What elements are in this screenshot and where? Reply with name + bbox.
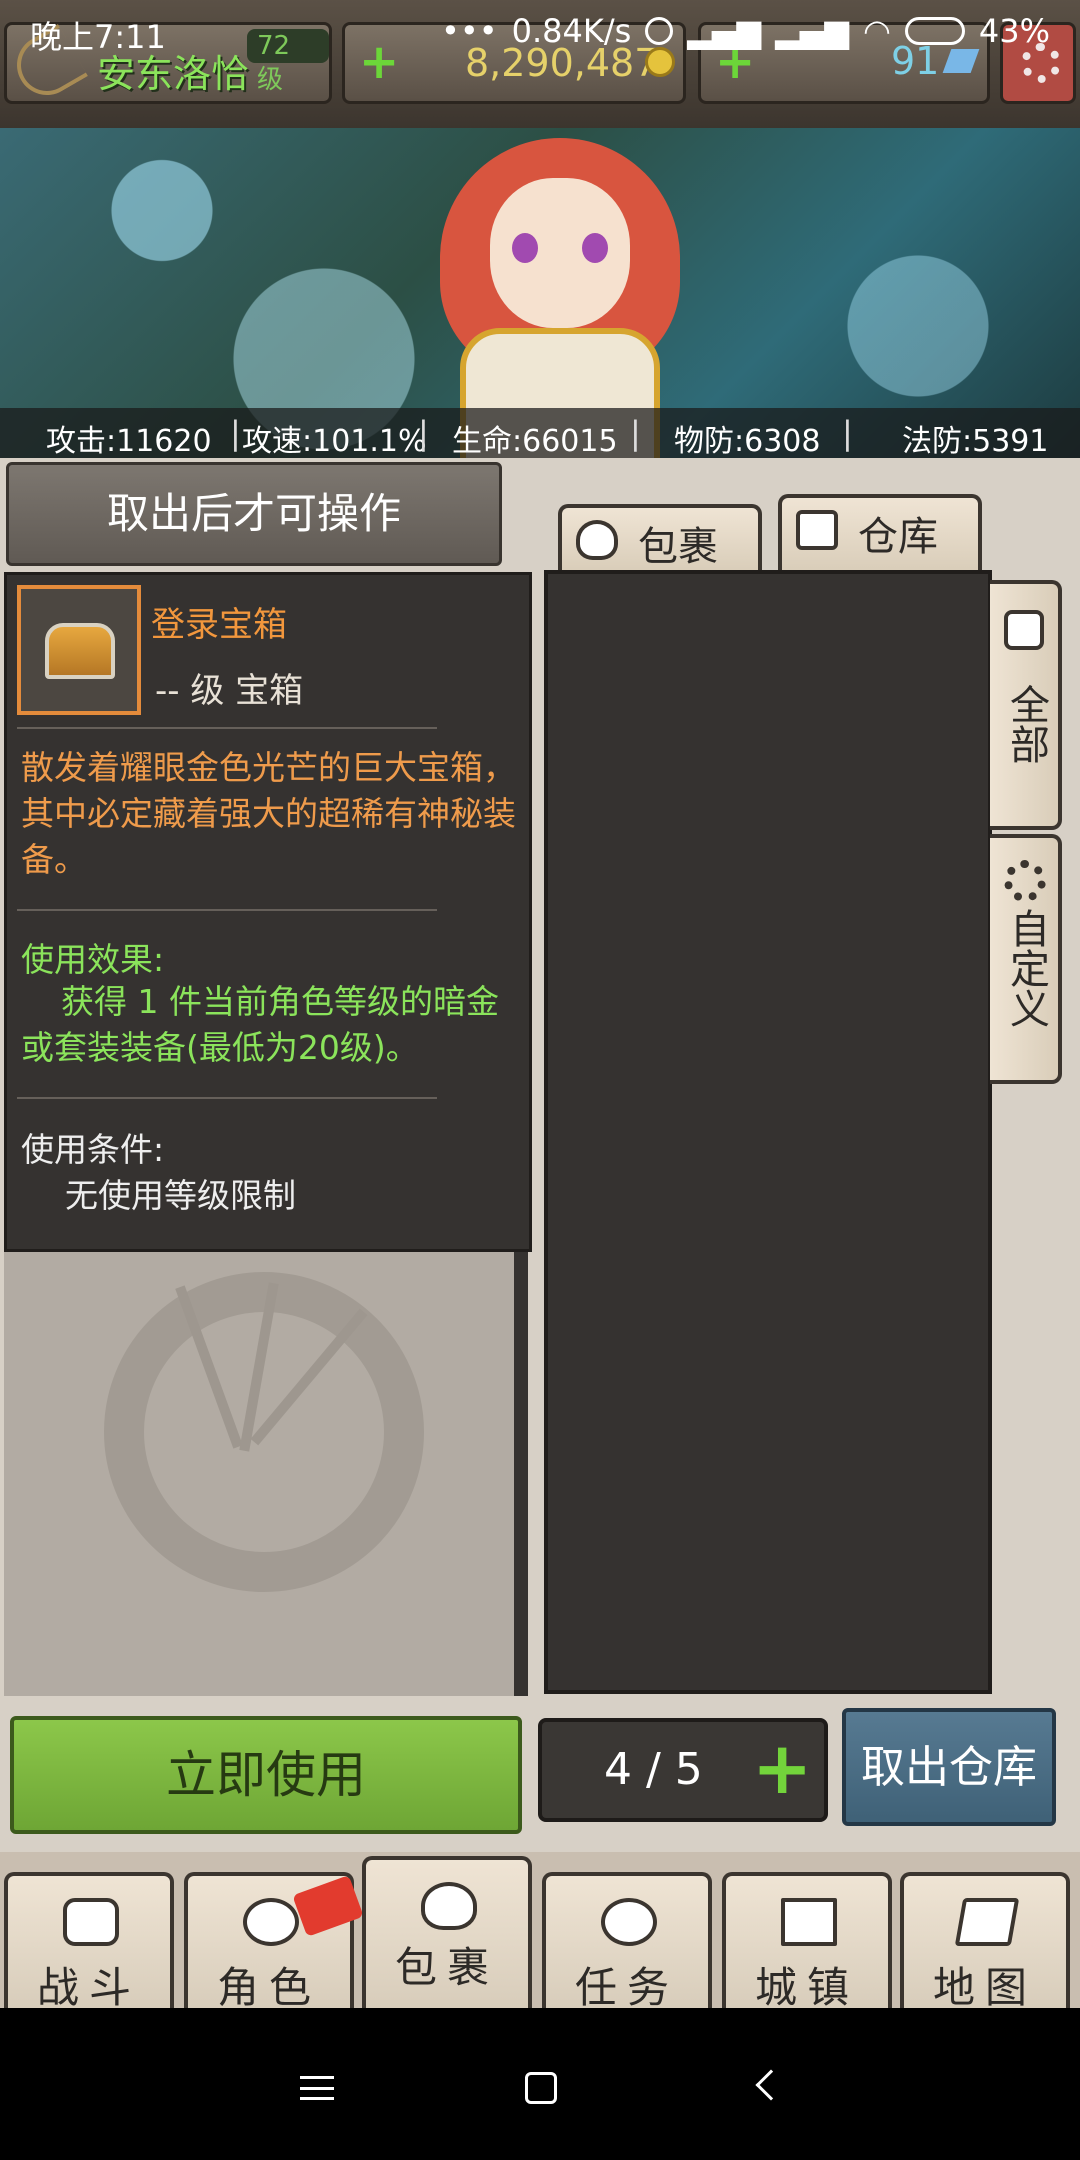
nav-town[interactable]: 城镇 <box>722 1872 892 2012</box>
status-time: 晚上7:11 <box>30 18 166 56</box>
bottom-nav: 战斗 角色 包裹 任务 城镇 地图 <box>0 1852 1080 2012</box>
crossed-swords-icon <box>63 1898 119 1946</box>
stat-separator: | <box>842 414 853 452</box>
nav-quest-label: 任务 <box>574 1963 679 2012</box>
nav-bag-label: 包裹 <box>394 1943 499 1992</box>
all-items-icon <box>1004 610 1044 650</box>
item-slot[interactable] <box>17 585 141 715</box>
notice-banner: 取出后才可操作 <box>6 462 502 566</box>
divider <box>17 909 437 911</box>
hero-face <box>490 178 630 328</box>
capacity-value: 4 / 5 <box>604 1744 703 1795</box>
nav-map[interactable]: 地图 <box>900 1872 1070 2012</box>
quest-icon <box>601 1898 657 1946</box>
emblem-area <box>4 1252 528 1696</box>
hero-eye-left <box>512 233 538 263</box>
filter-all-tab[interactable]: 全部 <box>990 580 1062 830</box>
item-level-type: -- 级 宝箱 <box>155 671 304 711</box>
stat-phys-def: 物防:6308 <box>674 424 821 459</box>
map-icon <box>954 1898 1020 1946</box>
nav-battle[interactable]: 战斗 <box>4 1872 174 2012</box>
storage-grid[interactable] <box>544 570 992 1694</box>
signal-icon: ▂▄▆ <box>687 12 762 50</box>
stats-bar: 攻击:11620 | 攻速:101.1% | 生命:66015 | 物防:630… <box>0 408 1080 459</box>
item-description: 散发着耀眼金色光芒的巨大宝箱，其中必定藏着强大的超稀有神秘装备。 <box>21 748 516 879</box>
nav-battle-label: 战斗 <box>36 1963 141 2012</box>
effect-body: 获得 1 件当前角色等级的暗金或套装装备(最低为20级)。 <box>21 982 499 1067</box>
gear-icon <box>1004 860 1046 902</box>
castle-icon <box>781 1898 837 1946</box>
stat-magic-def: 法防:5391 <box>902 424 1049 459</box>
alert-flag-icon <box>292 1875 364 1937</box>
filter-custom-tab[interactable]: 自定义 <box>990 834 1062 1084</box>
wifi-icon: ◠ <box>862 12 891 50</box>
hero-eye-right <box>582 233 608 263</box>
nav-quest[interactable]: 任务 <box>542 1872 712 2012</box>
home-icon[interactable] <box>525 2072 557 2104</box>
divider <box>17 727 437 729</box>
stat-separator: | <box>230 414 241 452</box>
use-now-button[interactable]: 立即使用 <box>10 1716 522 1834</box>
signal-icon-2: ▂▄▆ <box>775 12 849 50</box>
alarm-icon <box>645 17 674 45</box>
item-name: 登录宝箱 <box>151 605 287 645</box>
stat-attack: 攻击:11620 <box>46 424 212 459</box>
status-indicators: ••• 0.84K/s ▂▄▆ ▂▄▆ ◠ 43% <box>441 12 1050 50</box>
treasure-chest-icon <box>45 623 115 679</box>
battery-percent: 43% <box>978 12 1050 50</box>
bag-icon <box>576 520 618 560</box>
more-icon: ••• <box>440 12 498 50</box>
character-icon <box>243 1898 299 1946</box>
menu-icon[interactable] <box>300 2076 334 2100</box>
stat-hp: 生命:66015 <box>452 424 618 459</box>
condition-title: 使用条件: <box>21 1130 165 1169</box>
back-icon[interactable] <box>755 2069 787 2101</box>
hero-portrait <box>440 138 680 458</box>
tab-bag-label: 包裹 <box>638 524 718 570</box>
filter-custom-label: 自定义 <box>1003 908 1049 1028</box>
nav-character-label: 角色 <box>216 1963 321 2012</box>
storage-icon <box>796 510 838 550</box>
divider <box>17 1097 437 1099</box>
status-bar: 晚上7:11 ••• 0.84K/s ▂▄▆ ▂▄▆ ◠ 43% <box>0 0 1080 64</box>
stat-separator: | <box>630 414 641 452</box>
item-detail-panel: 登录宝箱 -- 级 宝箱 散发着耀眼金色光芒的巨大宝箱，其中必定藏着强大的超稀有… <box>4 572 532 1252</box>
bag-icon <box>421 1882 477 1930</box>
tab-bag[interactable]: 包裹 <box>558 504 762 572</box>
condition-body: 无使用等级限制 <box>65 1176 296 1215</box>
stat-separator: | <box>418 414 429 452</box>
take-out-button[interactable]: 取出仓库 <box>842 1708 1056 1826</box>
nav-character[interactable]: 角色 <box>184 1872 364 2012</box>
nav-map-label: 地图 <box>932 1963 1037 2012</box>
system-nav-bar <box>0 2008 1080 2160</box>
expand-capacity-button[interactable]: + <box>752 1732 812 1804</box>
nav-bag[interactable]: 包裹 <box>362 1856 532 2008</box>
tab-storage[interactable]: 仓库 <box>778 494 982 572</box>
tab-storage-label: 仓库 <box>858 514 938 560</box>
effect-title: 使用效果: <box>21 940 165 979</box>
stat-attack-speed: 攻速:101.1% <box>242 424 427 459</box>
filter-all-label: 全部 <box>1003 684 1049 764</box>
battery-icon <box>904 17 965 45</box>
capacity-counter: 4 / 5 + <box>538 1718 828 1822</box>
network-speed: 0.84K/s <box>511 12 632 50</box>
nav-town-label: 城镇 <box>754 1963 859 2012</box>
